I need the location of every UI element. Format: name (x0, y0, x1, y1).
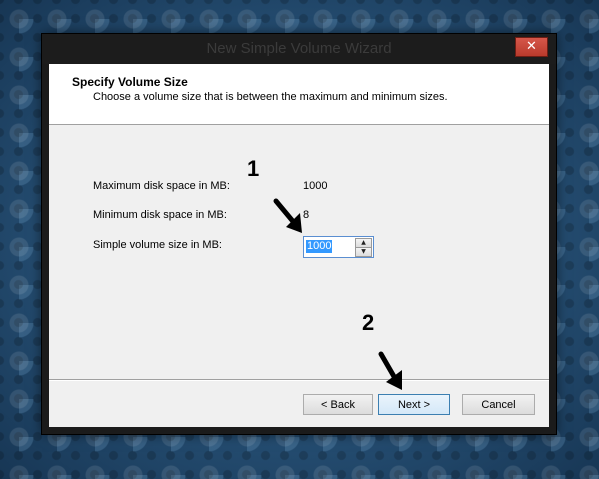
title-bar[interactable]: New Simple Volume Wizard ✕ (42, 34, 556, 64)
step-1-arrow-icon (273, 198, 302, 233)
volume-size-spinbox[interactable]: 1000 ▲ ▼ (303, 236, 374, 258)
footer-divider (49, 379, 549, 381)
arrow-down-icon: ▼ (361, 248, 366, 255)
arrow-up-icon: ▲ (361, 239, 366, 246)
desktop-background: New Simple Volume Wizard ✕ Specify Volum… (0, 0, 599, 479)
close-icon: ✕ (526, 39, 537, 54)
next-button[interactable]: Next > (378, 394, 450, 415)
volume-size-label: Simple volume size in MB: (93, 239, 222, 251)
close-button[interactable]: ✕ (515, 37, 548, 57)
spin-down-button[interactable]: ▼ (355, 247, 372, 257)
max-size-value: 1000 (303, 180, 328, 192)
wizard-header: Specify Volume Size Choose a volume size… (49, 64, 549, 125)
step-2-marker: 2 (362, 310, 375, 335)
min-size-label: Minimum disk space in MB: (93, 209, 227, 221)
wizard-body: Specify Volume Size Choose a volume size… (49, 64, 549, 427)
step-2-arrow-icon (378, 351, 402, 390)
back-button[interactable]: < Back (303, 394, 373, 415)
page-subtitle: Choose a volume size that is between the… (93, 91, 448, 103)
step-1-marker: 1 (247, 156, 260, 181)
volume-size-input[interactable]: 1000 (306, 240, 333, 253)
max-size-label: Maximum disk space in MB: (93, 180, 230, 192)
page-title: Specify Volume Size (72, 75, 188, 89)
cancel-button[interactable]: Cancel (462, 394, 535, 415)
window-title: New Simple Volume Wizard (206, 40, 392, 57)
